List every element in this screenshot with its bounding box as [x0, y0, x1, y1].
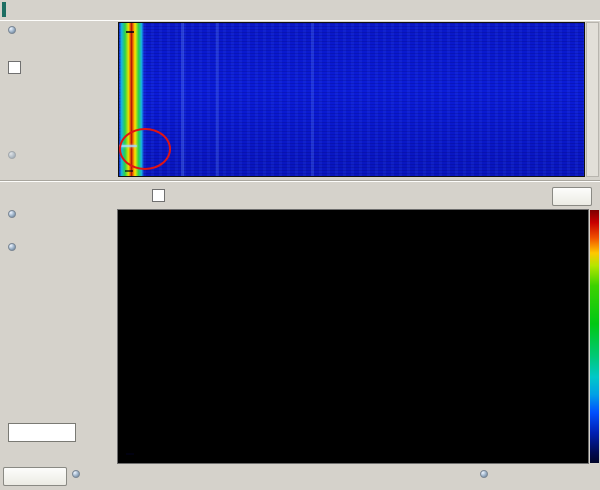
pos-bullet-icon: [8, 151, 16, 159]
spectrogram-scrollbar[interactable]: [586, 22, 599, 177]
spectrum-saving-status: [126, 453, 134, 455]
show-checkbox[interactable]: [152, 189, 165, 202]
spectrum-settings-panel: [0, 208, 117, 464]
spectrum-display[interactable]: [117, 209, 589, 464]
window-grip-strip: [2, 2, 6, 17]
spectrogram-faint-streak: [181, 23, 184, 176]
time-div-bullet-icon: [8, 26, 16, 34]
db-div-bullet-icon: [8, 210, 16, 218]
span-bullet-icon: [480, 470, 488, 478]
frequency-control-bar: [0, 464, 600, 490]
view-mode-combobox[interactable]: [8, 423, 76, 442]
spectrum-analyzer-window: [0, 0, 600, 490]
top-title-bar: [0, 0, 600, 21]
trace-toolbar: [0, 180, 600, 210]
cf-bullet-icon: [72, 470, 80, 478]
spectrogram-display[interactable]: [118, 22, 585, 177]
rbw-bullet-icon: [8, 243, 16, 251]
spectrogram-saving-status: [125, 170, 133, 172]
spectrogram-faint-streak: [311, 23, 314, 176]
spectrum-canvas: [118, 210, 588, 463]
annotation-ellipse: [119, 128, 171, 170]
clear-button[interactable]: [552, 187, 592, 206]
spectrogram-faint-streak: [216, 23, 219, 176]
autoscale-button[interactable]: [3, 467, 67, 486]
three-d-checkbox[interactable]: [8, 61, 21, 74]
spectrogram-timestamp: [126, 31, 134, 33]
spectrogram-settings-panel: [0, 20, 117, 180]
amplitude-colorbar: [590, 210, 599, 463]
